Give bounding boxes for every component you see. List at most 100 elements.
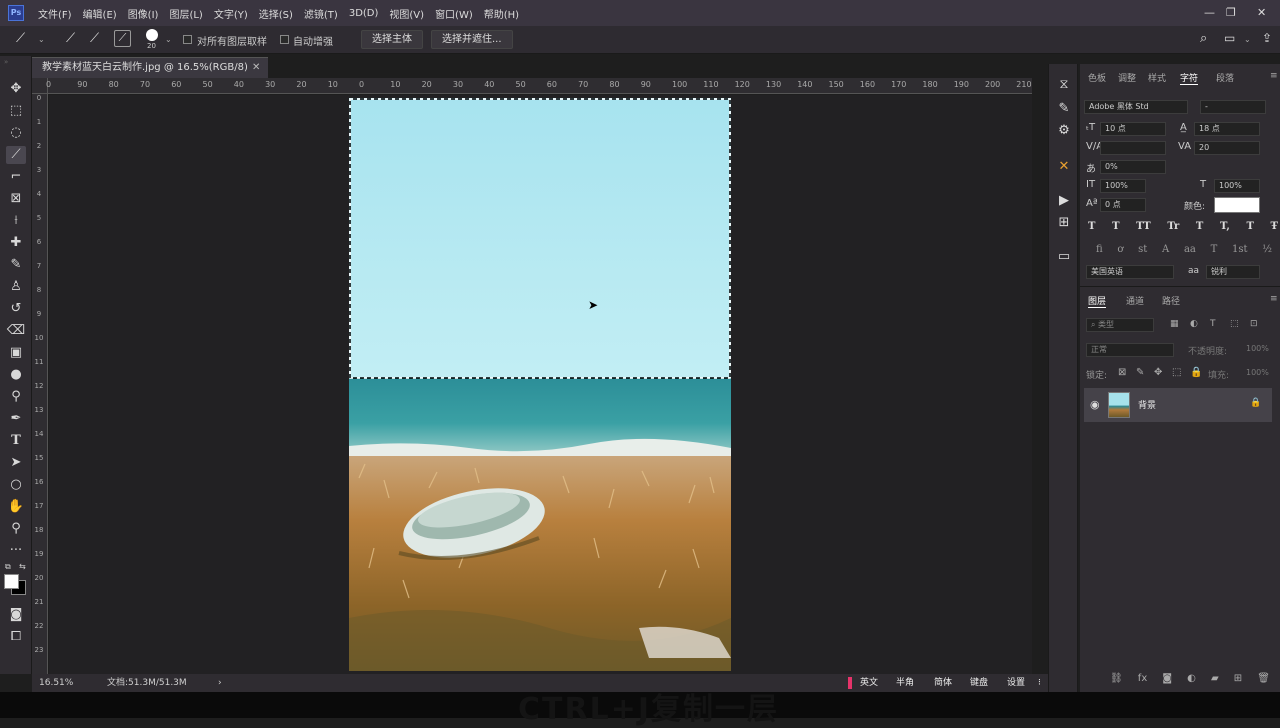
text-color-swatch[interactable]	[1214, 197, 1260, 213]
status-menu-arrow[interactable]: ›	[218, 674, 222, 692]
old-style-button[interactable]: ơ	[1117, 244, 1123, 258]
path-selection-icon[interactable]: ➤	[6, 454, 26, 472]
tsume-field[interactable]: 0%	[1100, 160, 1166, 174]
faux-italic-button[interactable]: T	[1112, 221, 1119, 235]
menu-window[interactable]: 窗口(W)	[435, 6, 473, 21]
menu-type[interactable]: 文字(Y)	[214, 6, 248, 21]
visibility-eye-icon[interactable]: ◉	[1090, 398, 1100, 411]
stamp-tool-icon[interactable]: ♙	[6, 278, 26, 296]
lock-pixels-icon[interactable]: ✎	[1136, 367, 1144, 378]
link-layers-icon[interactable]: ⛓	[1110, 673, 1123, 684]
actions-play-icon[interactable]: ▶	[1055, 192, 1073, 210]
vertical-ruler[interactable]: 0 1 2 3 4 5 6 7 8 9 10 11 12 13 14 15 16 17 18 19 20 21 22 23	[32, 94, 48, 674]
history-brush-icon[interactable]: ↺	[6, 300, 26, 318]
select-and-mask-button[interactable]: 选择并遮住...	[431, 30, 513, 49]
horizontal-ruler[interactable]: 0 90 80 70 60 50 40 30 20 10 0 10 20 30 40 50 60 70 80 90 10…	[46, 78, 1032, 94]
zoom-level[interactable]: 16.51%	[39, 674, 73, 692]
screen-mode-icon[interactable]: ⧠	[6, 628, 26, 646]
swash-button[interactable]: A	[1162, 244, 1169, 258]
quick-selection-tool-icon[interactable]: ⟋	[6, 146, 26, 164]
language-select[interactable]: 美国英语	[1086, 265, 1174, 279]
font-family-select[interactable]: Adobe 黑体 Std	[1084, 100, 1188, 114]
lock-position-icon[interactable]: ✥	[1154, 367, 1162, 378]
menu-select[interactable]: 选择(S)	[259, 6, 293, 21]
tab-styles[interactable]: 样式	[1148, 71, 1166, 84]
strikethrough-button[interactable]: Ŧ	[1271, 221, 1278, 235]
select-subject-button[interactable]: 选择主体	[361, 30, 423, 49]
filter-pixel-icon[interactable]: ▦	[1170, 319, 1179, 329]
ime-simplified[interactable]: 简体	[934, 674, 952, 692]
navigator-panel-icon[interactable]: ▭	[1055, 248, 1073, 266]
tool-preset-chevron-icon[interactable]: ⌄	[38, 35, 45, 44]
tracking-field[interactable]: 20	[1194, 141, 1260, 155]
zoom-tool-icon[interactable]: ⚲	[6, 520, 26, 538]
layer-row[interactable]: ◉ 背景 🔒	[1084, 388, 1272, 422]
layer-style-icon[interactable]: fx	[1138, 673, 1147, 684]
brush-tool-icon[interactable]: ✎	[6, 256, 26, 274]
superscript-button[interactable]: T	[1196, 221, 1203, 235]
healing-brush-icon[interactable]: ✚	[6, 234, 26, 252]
tab-channels[interactable]: 通道	[1126, 294, 1144, 307]
faux-bold-button[interactable]: T	[1088, 221, 1095, 235]
dodge-tool-icon[interactable]: ⚲	[6, 388, 26, 406]
swap-colors-icon[interactable]: ⇆	[19, 562, 26, 571]
pen-tool-icon[interactable]: ✒	[6, 410, 26, 428]
baseline-shift-field[interactable]: 0 点	[1100, 198, 1146, 212]
delete-layer-icon[interactable]: 🗑	[1257, 673, 1270, 684]
layers-menu-icon[interactable]: ≡	[1270, 294, 1278, 304]
tools-cross-icon[interactable]: ✕	[1055, 158, 1073, 176]
close-tab-icon[interactable]: ✕	[252, 58, 260, 77]
leading-field[interactable]: 18 点	[1194, 122, 1260, 136]
tab-layers[interactable]: 图层	[1088, 294, 1107, 308]
tab-paths[interactable]: 路径	[1162, 294, 1180, 307]
brush-preview-icon[interactable]	[146, 29, 158, 41]
layer-filter-select[interactable]: ⌕ 类型	[1086, 318, 1154, 332]
default-colors-icon[interactable]: ⧉	[5, 562, 11, 572]
menu-filter[interactable]: 滤镜(T)	[304, 6, 338, 21]
adjustment-layer-icon[interactable]: ◐	[1187, 673, 1196, 684]
filter-adjustment-icon[interactable]: ◐	[1190, 319, 1198, 329]
type-tool-icon[interactable]: T	[6, 432, 26, 450]
menu-layer[interactable]: 图层(L)	[169, 6, 202, 21]
auto-enhance-checkbox[interactable]	[280, 35, 289, 44]
marquee-tool-icon[interactable]: ⬚	[6, 102, 26, 120]
discretionary-ligatures-button[interactable]: st	[1138, 244, 1147, 258]
minimize-icon[interactable]: —	[1204, 6, 1215, 19]
menu-file[interactable]: 文件(F)	[38, 6, 72, 21]
hand-tool-icon[interactable]: ✋	[6, 498, 26, 516]
fill-field[interactable]: 100%	[1246, 368, 1269, 377]
quick-select-tool-icon[interactable]: ⟋	[16, 31, 25, 46]
menu-image[interactable]: 图像(I)	[128, 6, 159, 21]
lock-artboard-icon[interactable]: ⬚	[1172, 367, 1181, 378]
ligatures-button[interactable]: fi	[1096, 244, 1103, 258]
font-style-select[interactable]: -	[1200, 100, 1266, 114]
tab-swatches[interactable]: 色板	[1088, 71, 1106, 84]
new-selection-icon[interactable]: ⟋	[66, 31, 75, 46]
move-tool-icon[interactable]: ✥	[6, 80, 26, 98]
ime-english[interactable]: 英文	[860, 674, 878, 692]
ime-keyboard[interactable]: 键盘	[970, 674, 988, 692]
ellipse-tool-icon[interactable]: ○	[6, 476, 26, 494]
lock-transparent-icon[interactable]: ⊠	[1118, 367, 1126, 378]
eraser-tool-icon[interactable]: ⌫	[6, 322, 26, 340]
crop-tool-icon[interactable]: ⌐	[6, 168, 26, 186]
new-group-icon[interactable]: ▰	[1211, 673, 1219, 684]
search-icon[interactable]: ⌕	[1200, 31, 1207, 46]
blend-mode-select[interactable]: 正常	[1086, 343, 1174, 357]
share-icon[interactable]: ⇪	[1262, 31, 1272, 45]
lasso-tool-icon[interactable]: ◌	[6, 124, 26, 142]
workspace-icon[interactable]: ▭	[1224, 31, 1235, 45]
sample-all-layers-checkbox[interactable]	[183, 35, 192, 44]
add-mask-icon[interactable]: ◙	[1162, 673, 1172, 684]
ordinals-button[interactable]: 1st	[1232, 244, 1248, 258]
vertical-scale-field[interactable]: 100%	[1100, 179, 1146, 193]
tab-paragraph[interactable]: 段落	[1216, 71, 1234, 84]
more-tools-icon[interactable]: ···	[6, 542, 26, 560]
close-icon[interactable]: ✕	[1257, 6, 1266, 19]
titling-button[interactable]: T	[1211, 244, 1218, 258]
add-to-selection-icon[interactable]: ⟋	[90, 31, 99, 46]
subscript-button[interactable]: T,	[1220, 221, 1230, 235]
ime-settings[interactable]: 设置	[1007, 674, 1025, 692]
document-image[interactable]	[349, 98, 731, 671]
kerning-field[interactable]	[1100, 141, 1166, 155]
